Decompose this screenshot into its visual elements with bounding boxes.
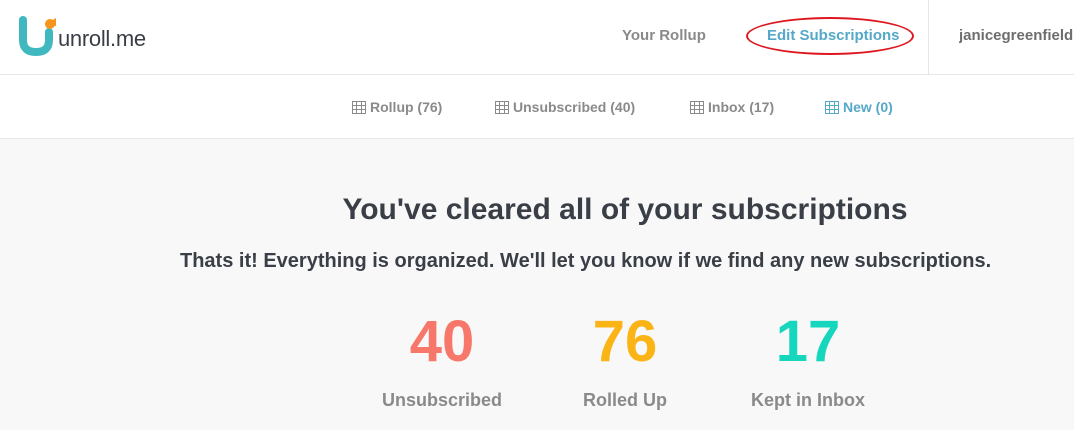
tab-inbox[interactable]: Inbox (17) (690, 99, 774, 115)
page-subtitle: Thats it! Everything is organized. We'll… (180, 250, 992, 272)
grid-icon (352, 100, 366, 114)
stat-unsubscribed-value: 40 (409, 309, 475, 374)
stat-kept-value: 17 (775, 309, 841, 374)
stat-kept-in-inbox: 17 Kept in Inbox (708, 306, 908, 411)
unrollme-logo-icon (19, 16, 56, 56)
grid-icon (690, 100, 704, 114)
tab-rollup-label: Rollup (76) (370, 99, 443, 115)
page-title: You've cleared all of your subscriptions (342, 193, 908, 226)
tab-rollup[interactable]: Rollup (76) (352, 99, 442, 115)
tab-inbox-label: Inbox (17) (708, 99, 775, 115)
stat-kept-label: Kept in Inbox (751, 390, 865, 410)
tab-unsubscribed-label: Unsubscribed (40) (513, 99, 636, 115)
stat-unsubscribed-label: Unsubscribed (381, 390, 503, 410)
tab-new[interactable]: New (0) (825, 99, 893, 115)
stat-rolled-up: 76 Rolled Up (525, 306, 725, 411)
tab-unsubscribed[interactable]: Unsubscribed (40) (495, 99, 635, 115)
logo[interactable]: unroll.me (16, 16, 146, 56)
nav-edit-subscriptions[interactable]: Edit Subscriptions (767, 27, 900, 44)
tab-bar: Rollup (76) Unsubscribed (40) Inbox (17) (0, 75, 1074, 139)
stat-rolled-up-value: 76 (592, 309, 658, 374)
stat-rolled-up-label: Rolled Up (583, 390, 667, 410)
header-divider (928, 0, 929, 75)
stat-unsubscribed: 40 Unsubscribed (342, 306, 542, 411)
grid-icon (825, 100, 839, 114)
logo-text: unroll.me (58, 26, 146, 51)
grid-icon (495, 100, 509, 114)
top-navbar: unroll.me Your Rollup Edit Subscriptions… (0, 0, 1074, 75)
nav-your-rollup[interactable]: Your Rollup (622, 27, 706, 44)
tab-new-label: New (0) (843, 99, 893, 115)
user-menu[interactable]: janicegreenfield1 (959, 27, 1074, 44)
